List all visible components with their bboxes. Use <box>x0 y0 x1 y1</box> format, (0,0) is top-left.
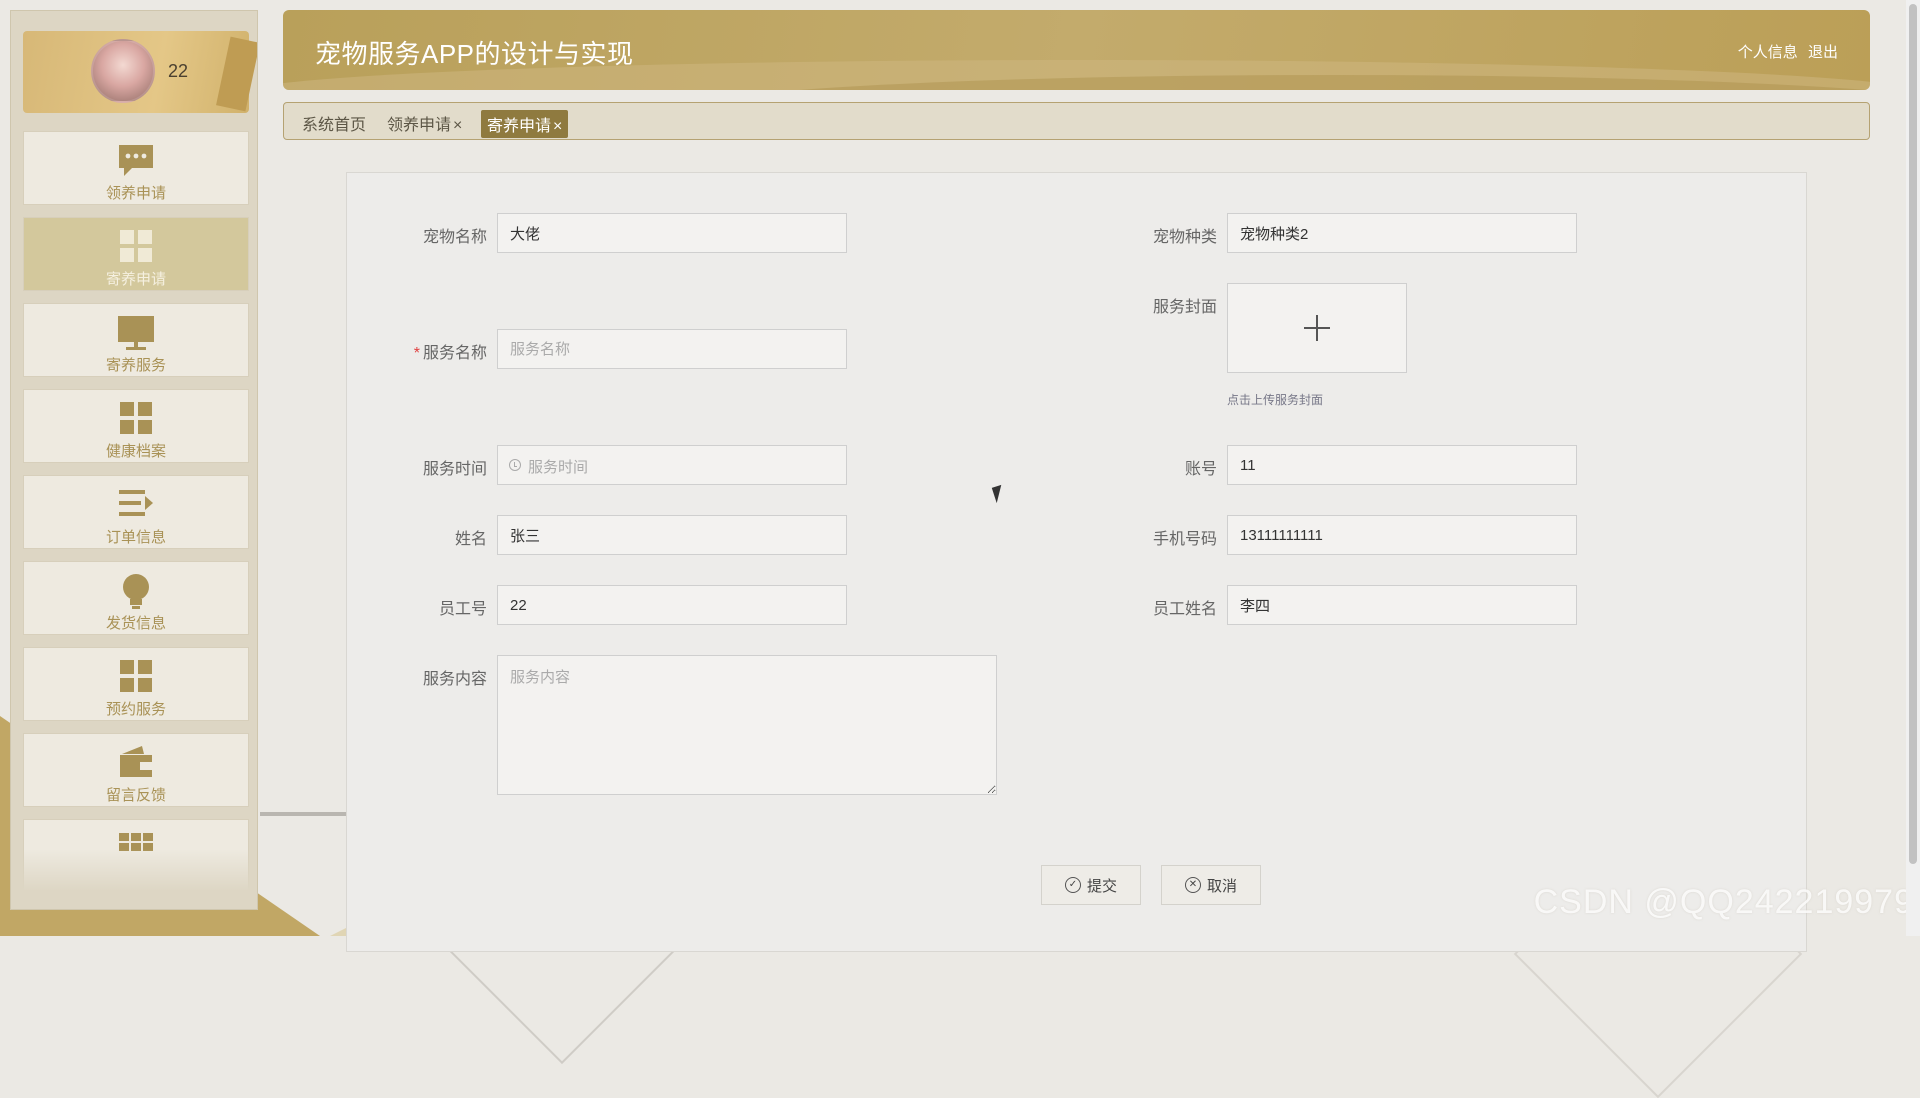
pet-name-label: 宠物名称 <box>422 229 487 246</box>
tab-adoption-application[interactable]: 领养申请 × <box>387 111 462 135</box>
monitor-icon <box>118 316 154 350</box>
close-icon[interactable]: × <box>553 118 562 135</box>
staff-name-label: 员工姓名 <box>1152 601 1217 618</box>
pet-type-label: 宠物种类 <box>1152 229 1217 246</box>
sidebar-item-booking-service[interactable]: 预约服务 <box>23 647 249 721</box>
tab-label: 寄养申请 <box>487 118 552 135</box>
card-decoration <box>216 36 257 112</box>
pet-name-input[interactable] <box>497 213 847 253</box>
sidebar-menu: 领养申请 寄养申请 寄养服务 健康档案 订单信息 发货信息 预约服务 留言反馈 <box>23 131 249 905</box>
list-arrow-icon <box>119 490 153 516</box>
tab-home[interactable]: 系统首页 <box>302 111 366 135</box>
sidebar-item-label: 发货信息 <box>105 615 166 632</box>
service-content-label: 服务内容 <box>422 671 487 688</box>
app-title: 宠物服务APP的设计与实现 <box>315 39 634 69</box>
tab-bar: 系统首页 领养申请 × 寄养申请 × <box>283 102 1870 140</box>
sidebar-item-shipping-info[interactable]: 发货信息 <box>23 561 249 635</box>
staff-no-label: 员工号 <box>438 601 487 618</box>
submit-button[interactable]: ✓ 提交 <box>1041 865 1141 905</box>
tab-label: 领养申请 <box>387 117 452 134</box>
service-name-label: * 服务名称 <box>367 339 487 363</box>
lightbulb-icon <box>123 574 149 609</box>
chat-bubble-icon <box>119 145 153 176</box>
sidebar-item-adoption-application[interactable]: 领养申请 <box>23 131 249 205</box>
service-content-textarea[interactable] <box>497 655 997 795</box>
cancel-button[interactable]: ✕ 取消 <box>1161 865 1261 905</box>
service-time-picker[interactable]: 服务时间 <box>497 445 847 485</box>
sidebar-fade <box>23 849 249 909</box>
name-input[interactable] <box>497 515 847 555</box>
wallet-icon <box>120 746 152 777</box>
sidebar-item-label: 寄养申请 <box>105 271 166 288</box>
user-card: 22 <box>23 31 257 113</box>
required-marker: * <box>413 345 420 362</box>
sidebar-item-feedback[interactable]: 留言反馈 <box>23 733 249 807</box>
pet-type-input[interactable] <box>1227 213 1577 253</box>
sidebar-item-label: 预约服务 <box>105 701 166 718</box>
close-icon[interactable]: × <box>453 117 462 134</box>
clock-icon <box>509 459 521 471</box>
account-input[interactable] <box>1227 445 1577 485</box>
sidebar-item-label: 健康档案 <box>105 443 166 460</box>
sidebar-item-label: 留言反馈 <box>105 787 166 804</box>
sidebar-item-foster-service[interactable]: 寄养服务 <box>23 303 249 377</box>
sidebar-item-order-info[interactable]: 订单信息 <box>23 475 249 549</box>
username: 22 <box>168 61 189 81</box>
service-name-input[interactable] <box>497 329 847 369</box>
account-label: 账号 <box>1184 461 1217 478</box>
check-circle-icon: ✓ <box>1064 877 1081 893</box>
close-circle-icon: ✕ <box>1184 877 1201 893</box>
watermark: CSDN @QQ242219979 <box>1533 883 1914 921</box>
sidebar-item-label: 订单信息 <box>105 529 166 546</box>
service-time-label: 服务时间 <box>422 461 487 478</box>
sidebar-item-health-records[interactable]: 健康档案 <box>23 389 249 463</box>
tab-foster-application[interactable]: 寄养申请 × <box>481 110 569 138</box>
grid-icon <box>120 660 152 692</box>
sidebar-item-label: 寄养服务 <box>105 357 166 374</box>
cover-upload-hint: 点击上传服务封面 <box>1227 393 1324 407</box>
header-links: 个人信息 退出 <box>1732 41 1838 62</box>
grid-icon <box>120 230 152 262</box>
plus-icon <box>1316 315 1318 341</box>
phone-input[interactable] <box>1227 515 1577 555</box>
profile-link[interactable]: 个人信息 <box>1738 44 1798 61</box>
cover-upload-button[interactable] <box>1227 283 1407 373</box>
scrollbar-thumb[interactable] <box>1909 4 1917 864</box>
service-cover-label: 服务封面 <box>1152 299 1217 316</box>
sidebar: 22 领养申请 寄养申请 寄养服务 健康档案 订单信息 发货信息 预约服务 留言… <box>10 10 258 910</box>
cancel-button-label: 取消 <box>1206 877 1237 895</box>
staff-no-input[interactable] <box>497 585 847 625</box>
name-label: 姓名 <box>454 531 487 548</box>
logout-link[interactable]: 退出 <box>1808 44 1838 61</box>
page-scrollbar[interactable] <box>1906 0 1920 936</box>
sidebar-item-foster-application[interactable]: 寄养申请 <box>23 217 249 291</box>
form-card: 宠物名称 宠物种类 *服务名称 服务封面 点击上传服务封面 服务时间 服务时间 … <box>346 172 1807 952</box>
service-name-label-text: 服务名称 <box>422 345 487 362</box>
top-header: 宠物服务APP的设计与实现 个人信息 退出 <box>283 10 1870 90</box>
sidebar-item-label: 领养申请 <box>105 185 166 202</box>
grid-icon <box>120 402 152 434</box>
service-time-placeholder: 服务时间 <box>528 459 589 476</box>
staff-name-input[interactable] <box>1227 585 1577 625</box>
submit-button-label: 提交 <box>1086 877 1117 895</box>
avatar[interactable] <box>91 39 155 103</box>
phone-label: 手机号码 <box>1152 531 1217 548</box>
